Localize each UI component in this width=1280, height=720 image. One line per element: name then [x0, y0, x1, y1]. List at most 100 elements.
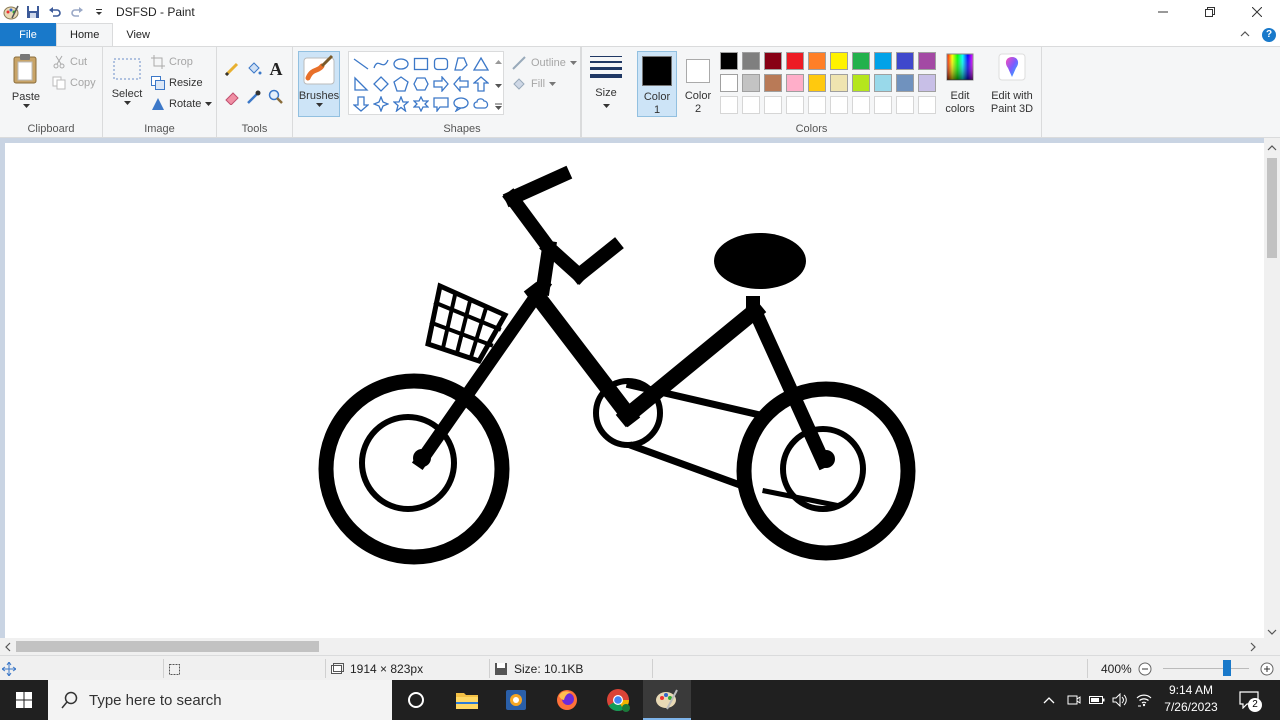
fill-dropdown-icon[interactable]	[549, 81, 557, 87]
custom-color-slot[interactable]	[918, 96, 936, 114]
palette-swatch[interactable]	[742, 52, 760, 70]
custom-color-slot[interactable]	[874, 96, 892, 114]
tab-view[interactable]: View	[113, 23, 163, 46]
paste-dropdown-icon[interactable]	[22, 104, 30, 109]
rounded-rectangle-shape-icon[interactable]	[431, 54, 451, 74]
redo-icon[interactable]	[68, 3, 86, 21]
palette-swatch[interactable]	[764, 74, 782, 92]
rotate-button[interactable]: Rotate	[151, 97, 213, 111]
color2-button[interactable]: Color 2	[679, 51, 717, 117]
palette-swatch[interactable]	[852, 52, 870, 70]
palette-swatch[interactable]	[874, 52, 892, 70]
up-arrow-shape-icon[interactable]	[471, 74, 491, 94]
right-triangle-shape-icon[interactable]	[351, 74, 371, 94]
notification-center-button[interactable]: 2	[1232, 680, 1266, 720]
paste-button[interactable]: Paste	[8, 53, 44, 109]
zoom-slider-track[interactable]	[1163, 668, 1249, 669]
palette-swatch[interactable]	[896, 52, 914, 70]
task-view-button[interactable]	[392, 680, 440, 720]
hexagon-shape-icon[interactable]	[411, 74, 431, 94]
taskbar-clock[interactable]: 9:14 AM 7/26/2023	[1158, 682, 1224, 718]
shapes-expand-icon[interactable]	[495, 102, 502, 114]
close-button[interactable]	[1233, 0, 1280, 23]
six-point-star-shape-icon[interactable]	[411, 94, 431, 114]
palette-swatch[interactable]	[808, 74, 826, 92]
battery-icon[interactable]	[1087, 680, 1107, 720]
rectangular-callout-shape-icon[interactable]	[431, 94, 451, 114]
text-tool-icon[interactable]: A	[266, 59, 286, 79]
fill-bucket-icon[interactable]	[244, 59, 264, 79]
custom-color-slot[interactable]	[896, 96, 914, 114]
tab-home[interactable]: Home	[56, 23, 114, 46]
volume-icon[interactable]	[1110, 680, 1130, 720]
vertical-scrollbar[interactable]	[1264, 138, 1280, 638]
tab-file[interactable]: File	[0, 23, 56, 46]
start-button[interactable]	[0, 680, 48, 720]
five-point-star-shape-icon[interactable]	[391, 94, 411, 114]
custom-color-slot[interactable]	[764, 96, 782, 114]
copy-button[interactable]: Copy	[52, 76, 96, 90]
taskbar-file-explorer[interactable]	[443, 680, 491, 720]
pencil-icon[interactable]	[222, 59, 242, 79]
palette-swatch[interactable]	[786, 74, 804, 92]
show-hidden-icons-button[interactable]	[1040, 680, 1058, 720]
palette-swatch[interactable]	[852, 74, 870, 92]
undo-icon[interactable]	[46, 3, 64, 21]
outline-button[interactable]: Outline	[511, 55, 577, 71]
select-button[interactable]: Select	[109, 57, 145, 106]
cut-button[interactable]: Cut	[52, 55, 87, 69]
palette-swatch[interactable]	[918, 74, 936, 92]
line-shape-icon[interactable]	[351, 54, 371, 74]
brushes-button[interactable]: Brushes	[298, 51, 340, 117]
edit-colors-button[interactable]: Edit colors	[941, 53, 979, 116]
palette-swatch[interactable]	[720, 52, 738, 70]
palette-swatch[interactable]	[830, 52, 848, 70]
horizontal-scroll-thumb[interactable]	[16, 641, 319, 652]
eraser-icon[interactable]	[222, 87, 242, 107]
palette-swatch[interactable]	[874, 74, 892, 92]
palette-swatch[interactable]	[830, 74, 848, 92]
outline-dropdown-icon[interactable]	[569, 60, 577, 66]
color1-button[interactable]: Color 1	[637, 51, 677, 117]
palette-swatch[interactable]	[742, 74, 760, 92]
left-arrow-shape-icon[interactable]	[451, 74, 471, 94]
oval-callout-shape-icon[interactable]	[451, 94, 471, 114]
edit-with-paint3d-button[interactable]: Edit with Paint 3D	[989, 53, 1035, 116]
restore-button[interactable]	[1186, 0, 1233, 23]
select-dropdown-icon[interactable]	[123, 101, 131, 106]
taskbar-app-shield[interactable]	[492, 680, 540, 720]
vertical-scroll-thumb[interactable]	[1267, 158, 1277, 258]
pentagon-shape-icon[interactable]	[391, 74, 411, 94]
meet-now-icon[interactable]	[1064, 680, 1084, 720]
wifi-icon[interactable]	[1133, 680, 1155, 720]
custom-color-slot[interactable]	[786, 96, 804, 114]
resize-button[interactable]: Resize	[151, 76, 203, 90]
custom-color-slot[interactable]	[852, 96, 870, 114]
minimize-button[interactable]	[1139, 0, 1186, 23]
palette-swatch[interactable]	[896, 74, 914, 92]
zoom-out-button[interactable]	[1138, 656, 1152, 681]
scroll-up-icon[interactable]	[1267, 142, 1277, 154]
save-icon[interactable]	[24, 3, 42, 21]
drawing-canvas[interactable]	[5, 143, 1264, 638]
diamond-shape-icon[interactable]	[371, 74, 391, 94]
help-icon[interactable]: ?	[1262, 27, 1276, 42]
custom-color-slot[interactable]	[808, 96, 826, 114]
zoom-slider-thumb[interactable]	[1222, 660, 1231, 676]
curve-shape-icon[interactable]	[371, 54, 391, 74]
palette-swatch[interactable]	[720, 74, 738, 92]
down-arrow-shape-icon[interactable]	[351, 94, 371, 114]
cloud-callout-shape-icon[interactable]	[471, 94, 491, 114]
collapse-ribbon-icon[interactable]	[1240, 29, 1250, 41]
custom-color-slot[interactable]	[720, 96, 738, 114]
customize-dropdown-icon[interactable]	[90, 3, 108, 21]
palette-swatch[interactable]	[786, 52, 804, 70]
color-picker-icon[interactable]	[244, 87, 264, 107]
taskbar-chrome[interactable]	[594, 680, 642, 720]
scroll-left-icon[interactable]	[5, 642, 11, 655]
zoom-in-button[interactable]	[1260, 656, 1274, 681]
scroll-right-icon[interactable]	[1250, 642, 1256, 655]
fill-button[interactable]: Fill	[511, 76, 557, 92]
scroll-down-icon[interactable]	[1267, 626, 1277, 638]
palette-swatch[interactable]	[918, 52, 936, 70]
